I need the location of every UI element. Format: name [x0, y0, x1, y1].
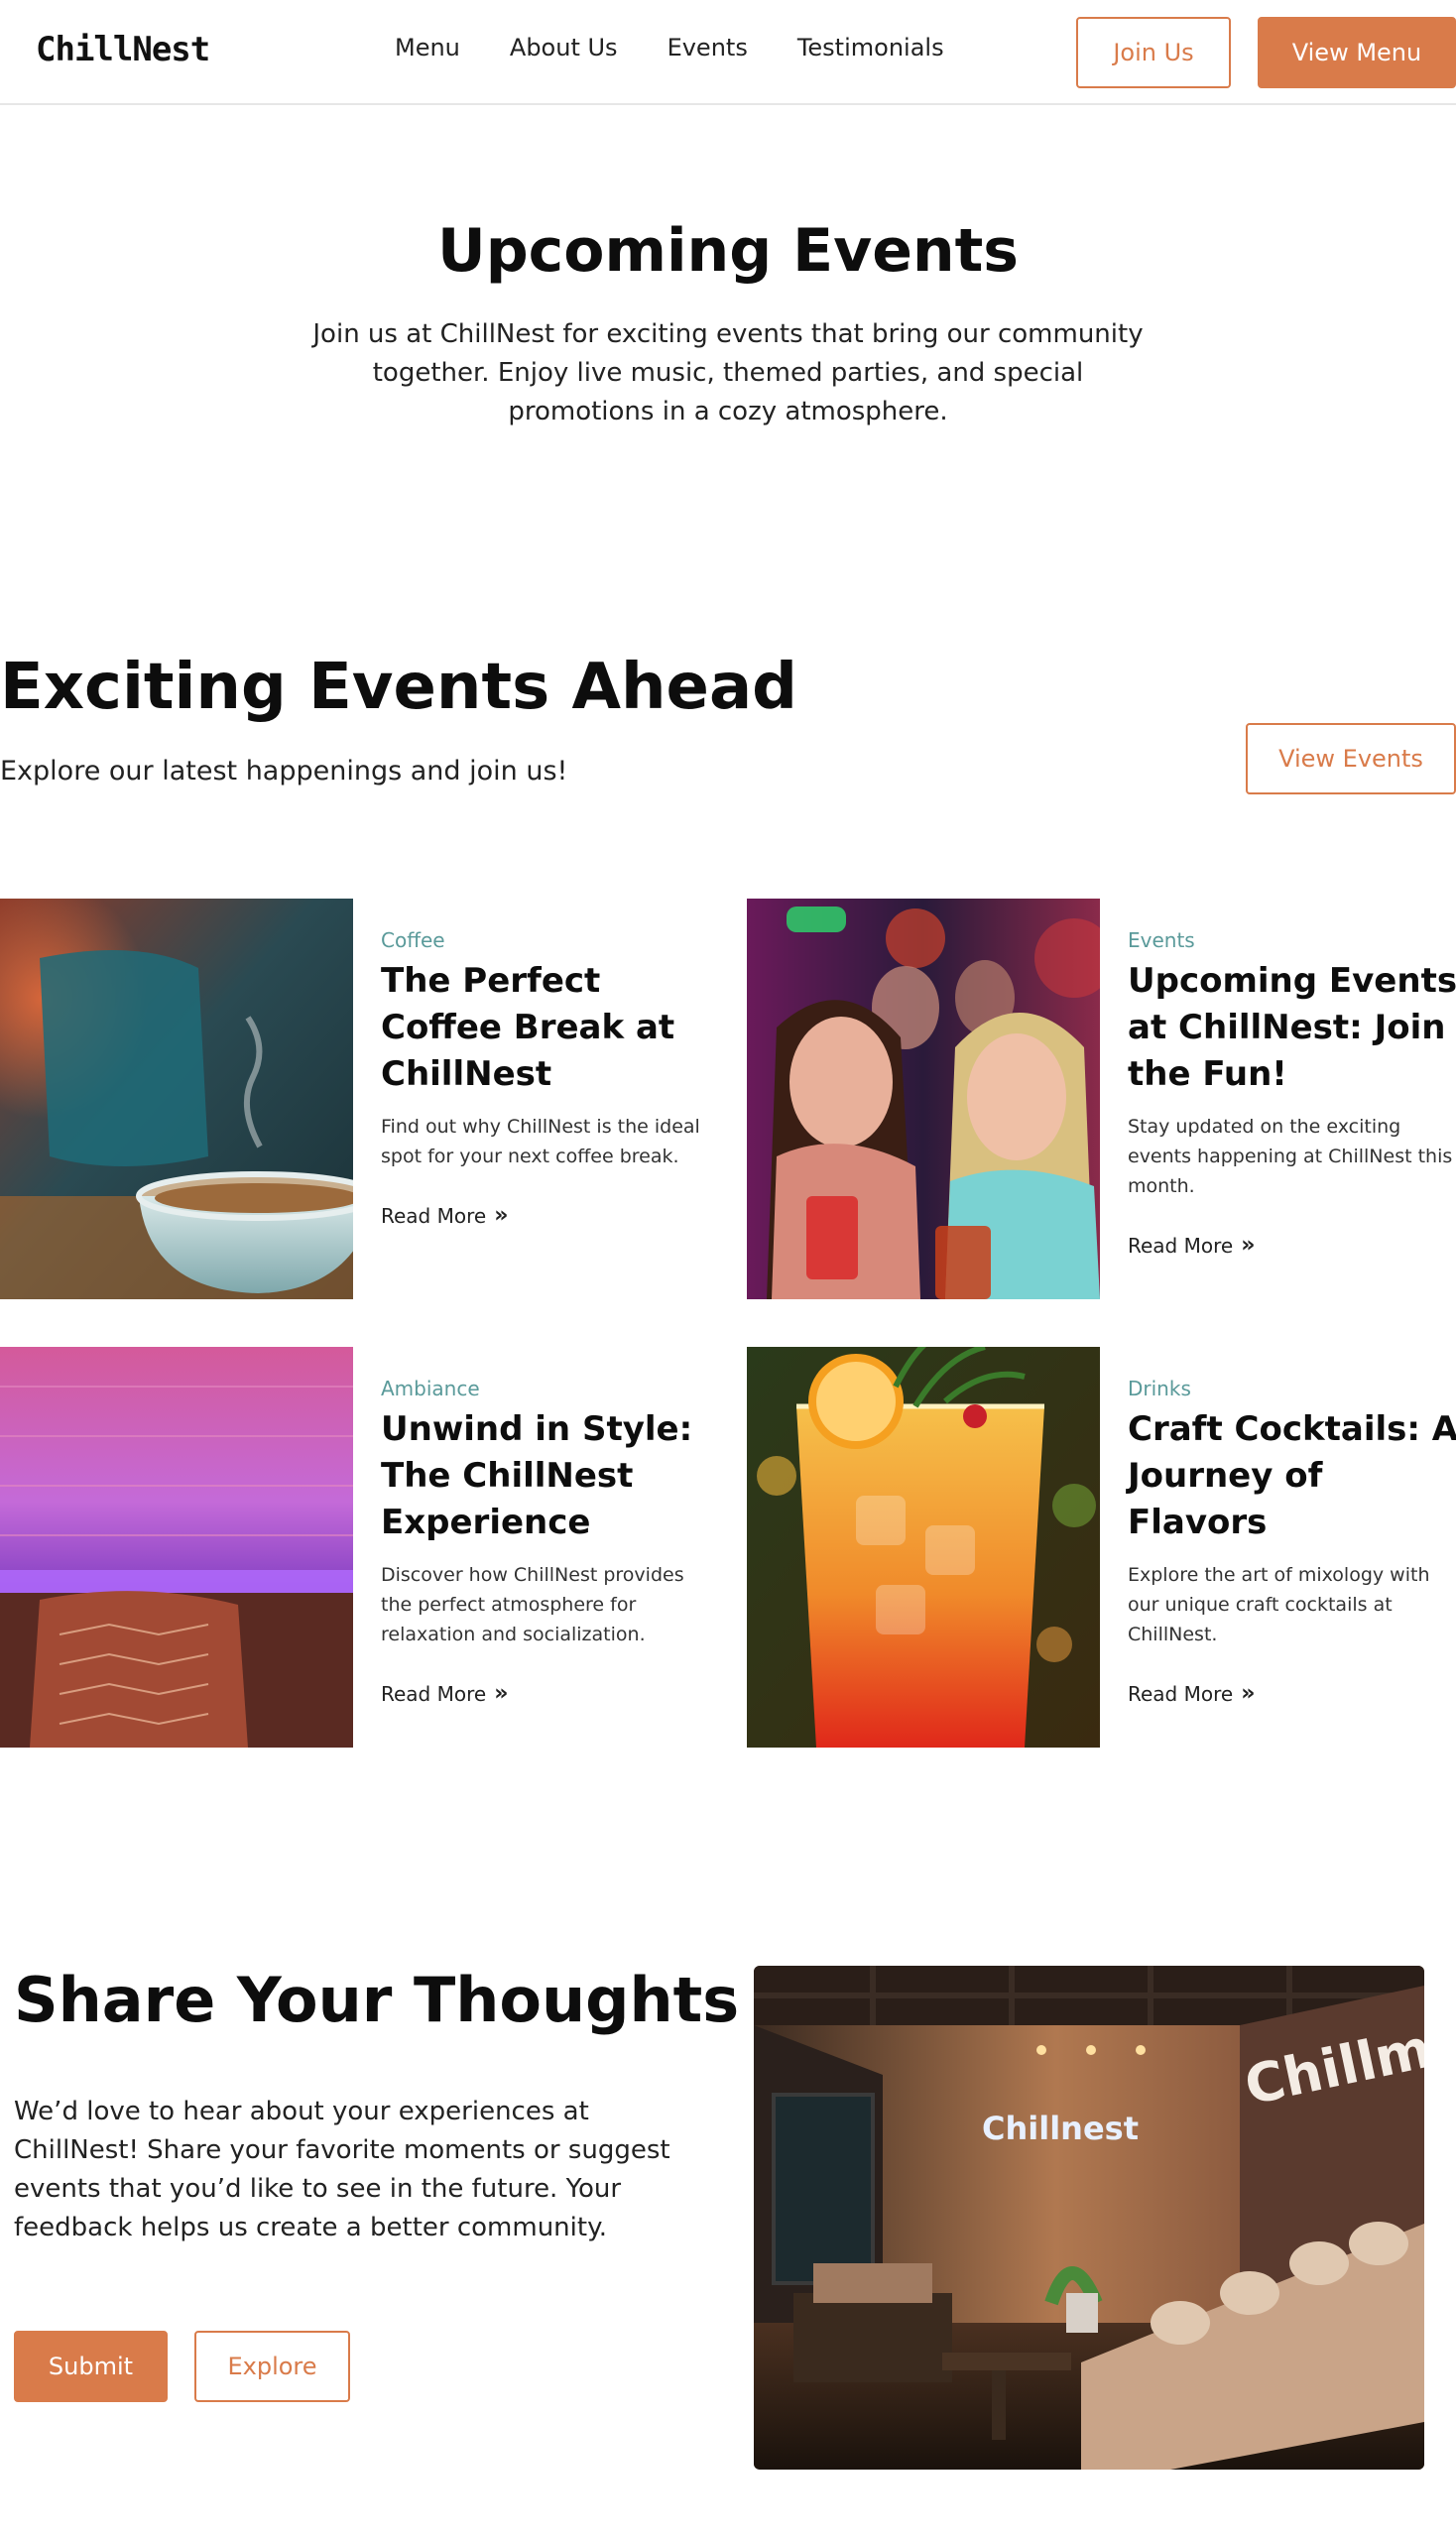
nav-link-testimonials[interactable]: Testimonials: [797, 34, 944, 61]
double-chevron-right-icon: »: [1241, 1233, 1256, 1258]
explore-button[interactable]: Explore: [194, 2331, 350, 2402]
card-title[interactable]: Craft Cocktails: A Journey of Flavors: [1128, 1406, 1456, 1546]
events-heading: Exciting Events Ahead: [0, 651, 797, 724]
lounge-image[interactable]: [0, 1347, 353, 1748]
card-description: Discover how ChillNest provides the perf…: [381, 1564, 684, 1645]
submit-button[interactable]: Submit: [14, 2331, 168, 2402]
double-chevron-right-icon: »: [494, 1681, 509, 1706]
cafe-interior-image: Chillmsst Chillnest: [754, 1966, 1424, 2470]
page-title: Upcoming Events: [437, 216, 1019, 286]
event-card-coffee[interactable]: Coffee The Perfect Coffee Break at Chill…: [0, 899, 714, 1299]
card-body: Drinks Craft Cocktails: A Journey of Fla…: [1128, 1347, 1456, 1706]
nav-link-menu[interactable]: Menu: [395, 34, 460, 61]
card-description: Explore the art of mixology with our uni…: [1128, 1564, 1430, 1645]
read-more-label: Read More: [381, 1681, 487, 1706]
thoughts-description: We’d love to hear about your experiences…: [14, 2097, 670, 2242]
double-chevron-right-icon: »: [494, 1203, 509, 1228]
read-more-link[interactable]: Read More »: [1128, 1681, 1255, 1706]
coffee-image[interactable]: [0, 899, 353, 1299]
logo[interactable]: ChillNest: [36, 30, 210, 69]
navbar: ChillNest Menu About Us Events Testimoni…: [0, 0, 1456, 105]
double-chevron-right-icon: »: [1241, 1681, 1256, 1706]
events-subtitle: Explore our latest happenings and join u…: [0, 756, 568, 786]
card-description: Find out why ChillNest is the ideal spot…: [381, 1116, 700, 1167]
neon-sign: Chillnest: [982, 2110, 1139, 2147]
read-more-label: Read More: [1128, 1681, 1234, 1706]
nav-link-events[interactable]: Events: [667, 34, 748, 61]
nav-link-about-us[interactable]: About Us: [510, 34, 618, 61]
read-more-label: Read More: [381, 1203, 487, 1228]
event-card-ambiance[interactable]: Ambiance Unwind in Style: The ChillNest …: [0, 1347, 714, 1748]
read-more-label: Read More: [1128, 1233, 1234, 1258]
card-body: Events Upcoming Events at ChillNest: Joi…: [1128, 899, 1456, 1258]
card-description: Stay updated on the exciting events happ…: [1128, 1116, 1453, 1197]
card-category: Events: [1128, 928, 1195, 952]
card-category: Ambiance: [381, 1377, 480, 1400]
join-us-button[interactable]: Join Us: [1076, 17, 1231, 88]
card-title[interactable]: Upcoming Events at ChillNest: Join the F…: [1128, 958, 1456, 1098]
read-more-link[interactable]: Read More »: [1128, 1233, 1255, 1258]
card-title[interactable]: The Perfect Coffee Break at ChillNest: [381, 958, 714, 1098]
card-category: Drinks: [1128, 1377, 1191, 1400]
card-body: Ambiance Unwind in Style: The ChillNest …: [381, 1347, 714, 1706]
nav-links: Menu About Us Events Testimonials: [395, 34, 994, 61]
card-body: Coffee The Perfect Coffee Break at Chill…: [381, 899, 714, 1228]
event-card-events[interactable]: Events Upcoming Events at ChillNest: Joi…: [747, 899, 1456, 1299]
thoughts-heading: Share Your Thoughts: [14, 1964, 740, 2036]
view-menu-button[interactable]: View Menu: [1258, 17, 1456, 88]
event-card-drinks[interactable]: Drinks Craft Cocktails: A Journey of Fla…: [747, 1347, 1456, 1748]
read-more-link[interactable]: Read More »: [381, 1203, 508, 1228]
card-category: Coffee: [381, 928, 445, 952]
read-more-link[interactable]: Read More »: [381, 1681, 508, 1706]
cocktail-image[interactable]: [747, 1347, 1100, 1748]
party-image[interactable]: [747, 899, 1100, 1299]
hero-description: Join us at ChillNest for exciting events…: [312, 319, 1144, 426]
card-title[interactable]: Unwind in Style: The ChillNest Experienc…: [381, 1406, 714, 1546]
view-events-button[interactable]: View Events: [1246, 723, 1456, 794]
